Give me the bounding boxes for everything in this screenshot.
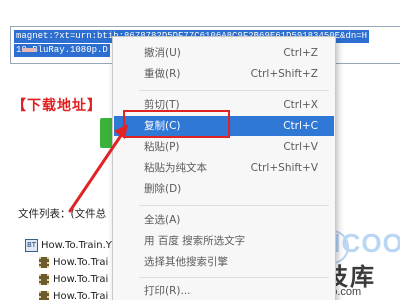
menu-item-copy[interactable]: 复制(C) Ctrl+C [114, 116, 334, 136]
torrent-icon: BT [25, 239, 38, 252]
menu-item-label: 复制(C) [144, 120, 181, 132]
menu-item-shortcut: Ctrl+Shift+Z [250, 68, 318, 80]
menu-item-redo[interactable]: 重做(R) Ctrl+Shift+Z [114, 64, 334, 84]
tree-file-label: How.To.Trai [53, 274, 109, 285]
menu-item-label: 打印(R)... [144, 285, 191, 297]
menu-item-print[interactable]: 打印(R)... [114, 281, 334, 300]
menu-item-shortcut: Ctrl+V [283, 141, 318, 153]
menu-item-paste[interactable]: 粘贴(P) Ctrl+V [114, 137, 334, 157]
menu-item-label: 剪切(T) [144, 99, 180, 111]
menu-item-shortcut: Ctrl+C [283, 120, 318, 132]
file-list-label: 文件列表：(文件总 [18, 208, 107, 220]
menu-item-label: 粘贴为纯文本 [144, 162, 207, 174]
tree-file-label: How.To.Trai [53, 291, 109, 300]
menu-item-label: 用 百度 搜索所选文字 [144, 235, 246, 247]
menu-item-label: 选择其他搜索引擎 [144, 256, 228, 268]
menu-separator [139, 205, 329, 206]
menu-item-shortcut: Ctrl+Z [283, 47, 318, 59]
menu-item-search-baidu[interactable]: 用 百度 搜索所选文字 [114, 231, 334, 251]
decorative-mark [22, 48, 36, 52]
menu-item-paste-plain[interactable]: 粘贴为纯文本 Ctrl+Shift+V [114, 158, 334, 178]
menu-item-shortcut: Ctrl+Shift+V [250, 162, 318, 174]
context-menu: 撤消(U) Ctrl+Z 重做(R) Ctrl+Shift+Z 剪切(T) Ct… [112, 36, 336, 300]
menu-item-other-search-engine[interactable]: 选择其他搜索引擎 [114, 252, 334, 272]
browser-page: magnet:?xt=urn:btih:8678782D5DF77C6106A8… [0, 0, 400, 300]
menu-separator [139, 277, 329, 278]
menu-item-label: 撤消(U) [144, 47, 181, 59]
menu-item-label: 全选(A) [144, 214, 181, 226]
download-heading: 【下载地址】 [12, 98, 102, 114]
menu-item-delete[interactable]: 删除(D) [114, 179, 334, 199]
video-file-icon [39, 274, 49, 285]
menu-separator [139, 90, 329, 91]
tree-file-label: How.To.Trai [53, 257, 109, 268]
menu-item-cut[interactable]: 剪切(T) Ctrl+X [114, 95, 334, 115]
video-file-icon [39, 257, 49, 268]
menu-item-label: 重做(R) [144, 68, 181, 80]
menu-item-label: 删除(D) [144, 183, 182, 195]
menu-item-undo[interactable]: 撤消(U) Ctrl+Z [114, 43, 334, 63]
menu-item-select-all[interactable]: 全选(A) [114, 210, 334, 230]
menu-item-shortcut: Ctrl+X [283, 99, 318, 111]
tree-root-label: How.To.Train.Y [41, 240, 112, 251]
menu-item-label: 粘贴(P) [144, 141, 180, 153]
video-file-icon [39, 291, 49, 300]
